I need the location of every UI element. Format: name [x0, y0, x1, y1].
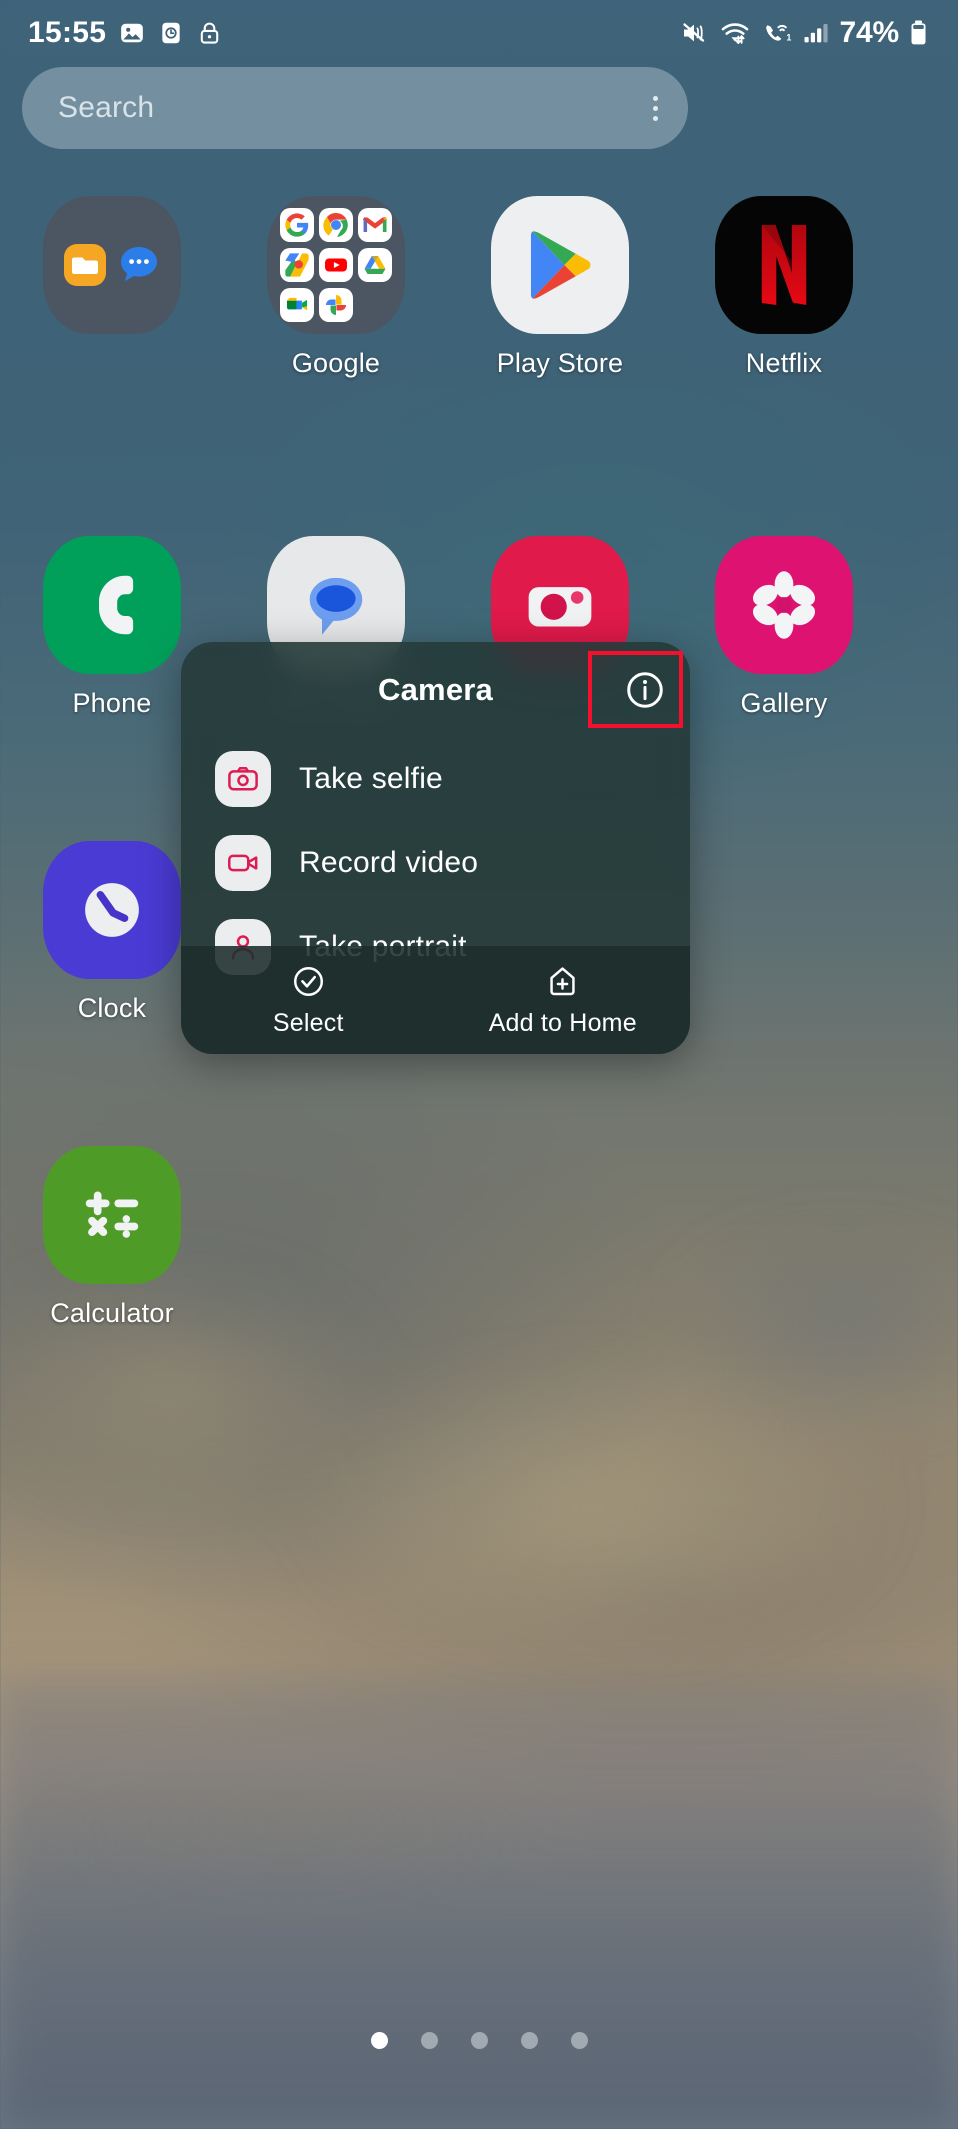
info-circle-icon[interactable] [624, 669, 666, 711]
signal-bars-icon [803, 20, 830, 46]
page-dot[interactable] [570, 2032, 588, 2049]
status-bar: 15:55 1 74% [0, 0, 958, 66]
shortcut-record-video[interactable]: Record video [181, 828, 690, 898]
page-dot[interactable] [370, 2032, 388, 2049]
drive-icon [358, 248, 393, 282]
popup-title: Camera [378, 672, 493, 707]
page-dot[interactable] [520, 2032, 538, 2049]
status-clock: 15:55 [28, 16, 107, 49]
select-button[interactable]: Select [181, 946, 436, 1054]
meet-icon [279, 288, 314, 322]
wifi-calling-icon: 1 [761, 19, 793, 47]
app-row-4: Calculator [0, 1146, 958, 1329]
battery-percent-label: 74% [839, 16, 900, 49]
maps-icon [279, 248, 314, 282]
app-label: Google [291, 348, 381, 378]
play-store-app[interactable]: Play Store [448, 196, 672, 414]
app-label: Gallery [740, 688, 828, 718]
calculator-icon[interactable] [43, 1146, 181, 1284]
shortcut-take-selfie[interactable]: Take selfie [181, 744, 690, 814]
empty-slot [448, 1146, 672, 1329]
app-label: Clock [77, 993, 147, 1023]
phone-icon[interactable] [43, 536, 181, 674]
screen-lock-icon [197, 20, 222, 46]
gallery-icon[interactable] [715, 536, 853, 674]
home-folder-unnamed[interactable] [0, 196, 224, 414]
page-dot[interactable] [420, 2032, 438, 2049]
empty-slot [672, 841, 896, 1024]
folder-two-apps-icon[interactable] [43, 196, 181, 334]
my-files-icon [63, 243, 107, 287]
shortcut-label: Take selfie [299, 762, 443, 795]
app-label: Phone [72, 688, 152, 718]
app-label: Calculator [50, 1298, 174, 1328]
google-icon [279, 208, 314, 242]
app-shortcut-popup: Camera Take selfie Record video Select A… [181, 642, 690, 1054]
page-dot[interactable] [470, 2032, 488, 2049]
empty-slot [672, 1146, 896, 1329]
messages-chat-icon [117, 243, 161, 287]
clock-alarm-icon [158, 20, 184, 46]
app-label: Play Store [496, 348, 624, 378]
clock-icon[interactable] [43, 841, 181, 979]
youtube-icon [318, 248, 353, 282]
check-circle-icon [290, 963, 327, 1000]
photos-icon [318, 288, 353, 322]
mute-vibrate-icon [680, 19, 710, 47]
video-camera-outline-icon [215, 835, 271, 891]
calculator-app[interactable]: Calculator [0, 1146, 224, 1329]
footer-label: Add to Home [488, 1008, 637, 1037]
more-vertical-icon[interactable] [653, 95, 662, 121]
status-bar-left: 15:55 [28, 16, 222, 50]
folder-google-icon[interactable] [267, 196, 405, 334]
gallery-image-icon [119, 20, 145, 46]
wallpaper-blur-foreground [0, 1680, 958, 2129]
home-plus-icon [544, 963, 581, 1000]
play-store-icon[interactable] [491, 196, 629, 334]
camera-outline-icon [215, 751, 271, 807]
search-input[interactable]: Search [58, 91, 653, 125]
app-label: Netflix [745, 348, 823, 378]
add-to-home-button[interactable]: Add to Home [436, 946, 691, 1054]
gmail-icon [358, 208, 393, 242]
netflix-app[interactable]: Netflix [672, 196, 896, 414]
netflix-icon[interactable] [715, 196, 853, 334]
status-bar-right: 1 74% [680, 16, 928, 50]
chrome-icon [318, 208, 353, 242]
wifi-icon [720, 19, 751, 47]
app-row-1: Google Play Store Netflix [0, 196, 958, 414]
gallery-app[interactable]: Gallery [672, 536, 896, 719]
popup-footer: Select Add to Home [181, 946, 690, 1054]
svg-text:1: 1 [786, 32, 791, 42]
popup-header: Camera [181, 642, 690, 738]
page-indicator[interactable] [0, 2032, 958, 2049]
google-folder[interactable]: Google [224, 196, 448, 414]
empty-slot [224, 1146, 448, 1329]
shortcut-label: Record video [299, 846, 479, 879]
footer-label: Select [272, 1008, 344, 1037]
battery-icon [909, 19, 928, 47]
android-home-screen: 15:55 1 74% Search Google Play Store Net… [0, 0, 958, 2129]
search-bar[interactable]: Search [22, 67, 688, 149]
